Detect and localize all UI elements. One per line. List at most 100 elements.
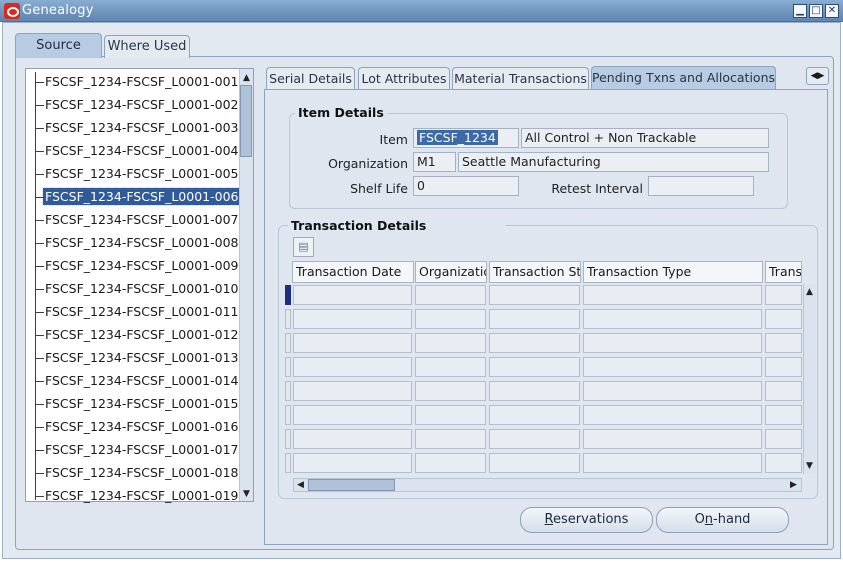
- grid-cell[interactable]: [765, 285, 802, 305]
- grid-cell[interactable]: [489, 405, 580, 425]
- current-row-indicator[interactable]: [285, 285, 291, 305]
- folder-open-icon[interactable]: ▤: [293, 237, 314, 257]
- close-button[interactable]: ✕: [825, 4, 839, 18]
- col-transaction-status[interactable]: Transaction Status: [489, 261, 581, 283]
- tree-item[interactable]: FSCSF_1234-FSCSF_L0001-003: [35, 118, 240, 138]
- col-transaction-type[interactable]: Transaction Type: [583, 261, 763, 283]
- tree-item[interactable]: FSCSF_1234-FSCSF_L0001-016: [35, 417, 240, 437]
- tree-item[interactable]: FSCSF_1234-FSCSF_L0001-008: [35, 233, 240, 253]
- grid-cell[interactable]: [415, 309, 486, 329]
- grid-cell[interactable]: [489, 429, 580, 449]
- tree-scroll-down-icon[interactable]: ▼: [240, 488, 253, 501]
- tree-item[interactable]: FSCSF_1234-FSCSF_L0001-012: [35, 325, 240, 345]
- tab-lot-attributes[interactable]: Lot Attributes: [358, 67, 450, 89]
- row-indicator[interactable]: [285, 453, 291, 473]
- grid-cell[interactable]: [765, 333, 802, 353]
- col-transaction-date[interactable]: Transaction Date: [292, 261, 414, 283]
- reservations-button[interactable]: Reservations: [520, 507, 653, 533]
- grid-cell[interactable]: [765, 309, 802, 329]
- grid-cell[interactable]: [489, 333, 580, 353]
- grid-cell[interactable]: [415, 429, 486, 449]
- col-organization[interactable]: Organization: [415, 261, 487, 283]
- grid-scroll-left-icon[interactable]: ◀: [294, 479, 307, 492]
- grid-cell[interactable]: [415, 333, 486, 353]
- grid-scroll-right-icon[interactable]: ▶: [787, 479, 800, 492]
- grid-scroll-up-icon[interactable]: ▲: [803, 286, 816, 299]
- grid-cell[interactable]: [489, 453, 580, 473]
- grid-cell[interactable]: [765, 405, 802, 425]
- shelf-life-field[interactable]: 0: [413, 176, 519, 196]
- grid-cell[interactable]: [765, 357, 802, 377]
- grid-cell[interactable]: [765, 381, 802, 401]
- tree-item[interactable]: FSCSF_1234-FSCSF_L0001-015: [35, 394, 240, 414]
- grid-cell[interactable]: [293, 429, 412, 449]
- grid-cell[interactable]: [415, 453, 486, 473]
- grid-cell[interactable]: [583, 309, 762, 329]
- grid-cell[interactable]: [293, 333, 412, 353]
- organization-code-field[interactable]: M1: [413, 152, 456, 172]
- row-indicator[interactable]: [285, 405, 291, 425]
- tree-item[interactable]: FSCSF_1234-FSCSF_L0001-001: [35, 72, 240, 92]
- grid-vertical-scrollbar[interactable]: [803, 284, 816, 474]
- row-indicator[interactable]: [285, 381, 291, 401]
- minimize-button[interactable]: ▁: [793, 4, 807, 18]
- tree-scroll-up-icon[interactable]: ▲: [240, 72, 253, 85]
- grid-scroll-thumb[interactable]: [308, 479, 395, 491]
- maximize-button[interactable]: □: [809, 4, 823, 18]
- tree-item[interactable]: FSCSF_1234-FSCSF_L0001-002: [35, 95, 240, 115]
- tab-material-transactions[interactable]: Material Transactions: [452, 67, 589, 89]
- tree-item[interactable]: FSCSF_1234-FSCSF_L0001-009: [35, 256, 240, 276]
- grid-cell[interactable]: [293, 405, 412, 425]
- grid-cell[interactable]: [583, 333, 762, 353]
- grid-cell[interactable]: [293, 453, 412, 473]
- grid-cell[interactable]: [583, 405, 762, 425]
- tab-serial-details[interactable]: Serial Details: [266, 67, 355, 89]
- tab-pending-txns[interactable]: Pending Txns and Allocations: [591, 66, 776, 89]
- row-indicator[interactable]: [285, 429, 291, 449]
- tab-source[interactable]: Source: [15, 33, 102, 58]
- tree-item[interactable]: FSCSF_1234-FSCSF_L0001-004: [35, 141, 240, 161]
- item-field[interactable]: FSCSF_1234: [413, 128, 519, 148]
- grid-cell[interactable]: [583, 381, 762, 401]
- grid-cell[interactable]: [583, 429, 762, 449]
- tree-item[interactable]: FSCSF_1234-FSCSF_L0001-014: [35, 371, 240, 391]
- tree-item[interactable]: FSCSF_1234-FSCSF_L0001-010: [35, 279, 240, 299]
- tree-item[interactable]: FSCSF_1234-FSCSF_L0001-017: [35, 440, 240, 460]
- grid-cell[interactable]: [293, 285, 412, 305]
- tree-item[interactable]: FSCSF_1234-FSCSF_L0001-013: [35, 348, 240, 368]
- grid-cell[interactable]: [765, 429, 802, 449]
- item-description-field[interactable]: All Control + Non Trackable: [521, 128, 769, 148]
- tree-item[interactable]: FSCSF_1234-FSCSF_L0001-007: [35, 210, 240, 230]
- tree-item[interactable]: FSCSF_1234-FSCSF_L0001-019: [35, 486, 240, 506]
- tree-scroll-thumb[interactable]: [240, 85, 252, 157]
- on-hand-button[interactable]: On-hand: [656, 507, 789, 533]
- retest-interval-field[interactable]: [648, 176, 754, 196]
- grid-cell[interactable]: [415, 285, 486, 305]
- grid-cell[interactable]: [489, 357, 580, 377]
- grid-scroll-down-icon[interactable]: ▼: [803, 460, 816, 473]
- tree-item[interactable]: FSCSF_1234-FSCSF_L0001-018: [35, 463, 240, 483]
- grid-cell[interactable]: [415, 405, 486, 425]
- tree-item[interactable]: FSCSF_1234-FSCSF_L0001-011: [35, 302, 240, 322]
- grid-cell[interactable]: [415, 357, 486, 377]
- grid-cell[interactable]: [293, 309, 412, 329]
- grid-cell[interactable]: [293, 357, 412, 377]
- grid-cell[interactable]: [489, 381, 580, 401]
- organization-name-field[interactable]: Seattle Manufacturing: [458, 152, 769, 172]
- tree-item[interactable]: FSCSF_1234-FSCSF_L0001-005: [35, 164, 240, 184]
- grid-cell[interactable]: [489, 309, 580, 329]
- grid-cell[interactable]: [583, 285, 762, 305]
- tab-where-used[interactable]: Where Used: [104, 35, 190, 58]
- tree-item[interactable]: FSCSF_1234-FSCSF_L0001-006: [35, 187, 242, 207]
- grid-cell[interactable]: [583, 357, 762, 377]
- col-transaction[interactable]: Transaction: [765, 261, 802, 283]
- tab-scroll-arrows-icon[interactable]: ◀▶: [806, 67, 829, 85]
- grid-cell[interactable]: [415, 381, 486, 401]
- grid-cell[interactable]: [583, 453, 762, 473]
- row-indicator[interactable]: [285, 309, 291, 329]
- grid-cell[interactable]: [489, 285, 580, 305]
- row-indicator[interactable]: [285, 333, 291, 353]
- grid-cell[interactable]: [293, 381, 412, 401]
- grid-cell[interactable]: [765, 453, 802, 473]
- row-indicator[interactable]: [285, 357, 291, 377]
